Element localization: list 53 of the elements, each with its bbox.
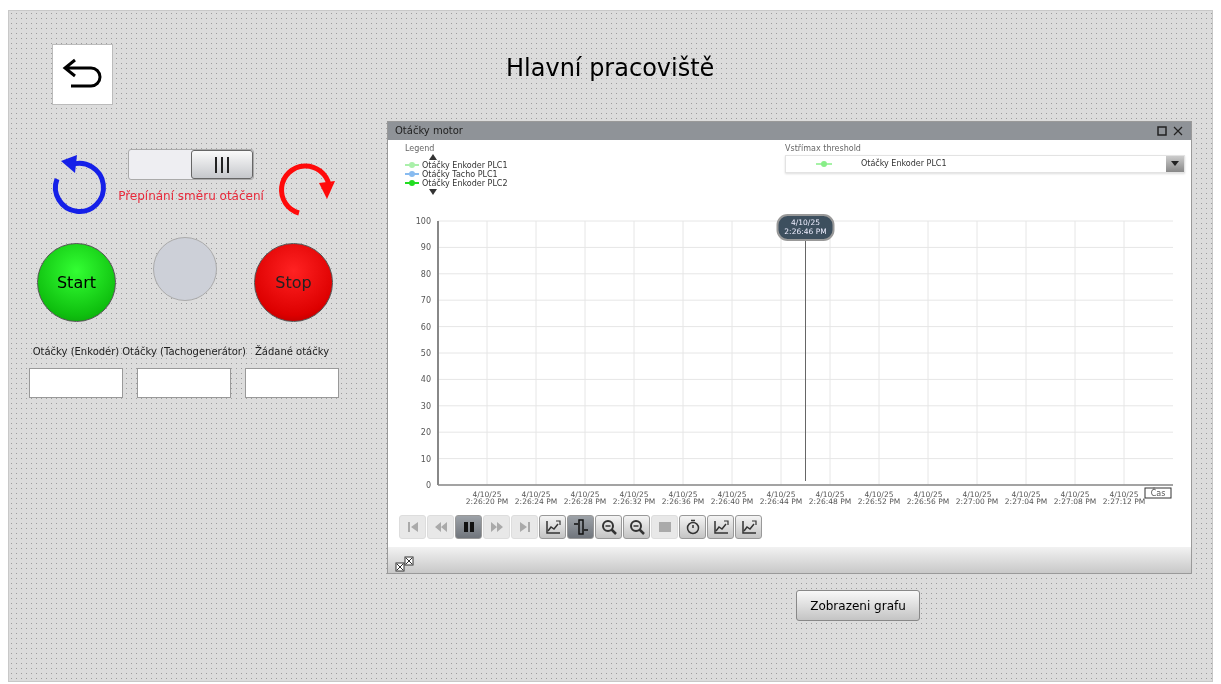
trend-back-button[interactable]	[735, 514, 762, 539]
y-tick-label: 20	[420, 427, 431, 437]
legend-title: Legend	[405, 143, 436, 153]
zoom-in-button[interactable]	[623, 514, 650, 539]
y-tick-label: 90	[420, 243, 431, 253]
page-title: Hlavní pracoviště	[506, 54, 715, 82]
zoom-area-button[interactable]	[539, 514, 566, 539]
timer-button[interactable]	[679, 514, 706, 539]
zoom-out-icon	[600, 518, 617, 535]
connection-error-icon[interactable]	[395, 556, 415, 572]
close-icon[interactable]	[1173, 125, 1183, 136]
y-tick-label: 10	[420, 454, 431, 464]
y-tick-label: 80	[420, 269, 431, 279]
time-axis-button[interactable]: Čas	[1144, 487, 1172, 499]
ruler-button[interactable]	[567, 514, 594, 539]
y-tick-label: 50	[420, 348, 431, 358]
chart-icon	[740, 518, 757, 535]
maximize-icon[interactable]	[1157, 125, 1167, 136]
y-tick-label: 30	[420, 401, 431, 411]
field-label: Žádané otáčky	[254, 346, 330, 357]
stopwatch-icon	[684, 518, 701, 535]
direction-toggle[interactable]	[128, 149, 254, 180]
y-tick-label: 0	[425, 480, 431, 490]
back-button[interactable]	[52, 43, 113, 105]
legend-label: Otáčky Enkoder PLC2	[422, 178, 508, 188]
trend-up-button[interactable]	[707, 514, 734, 539]
threshold-label: Vstřímax threshold	[785, 143, 862, 153]
zoom-out-button[interactable]	[595, 514, 622, 539]
field-label: Otáčky (Tachogenerátor)	[122, 346, 246, 357]
direction-label: Přepínání směru otáčení	[118, 189, 264, 203]
chart-icon	[544, 518, 561, 535]
caret-icon	[1171, 161, 1179, 167]
scroll-up-icon[interactable]	[429, 153, 437, 160]
start-button[interactable]: Start	[37, 243, 116, 322]
show-chart-button[interactable]: Zobrazeni grafu	[796, 590, 920, 621]
legend-label: Otáčky Enkoder PLC1	[422, 160, 508, 170]
pause-button[interactable]	[455, 514, 482, 539]
scroll-down-icon[interactable]	[429, 188, 437, 195]
ruler-icon	[572, 518, 589, 535]
window-title: Otáčky motor	[395, 125, 463, 137]
input-field[interactable]	[137, 368, 231, 398]
threshold-dropdown[interactable]: Otáčky Enkoder PLC1	[785, 154, 1185, 173]
y-tick-label: 60	[420, 322, 431, 332]
y-tick-label: 40	[420, 375, 431, 385]
trend-marker-icon	[816, 159, 832, 168]
chart-icon	[712, 518, 729, 535]
y-tick-label: 100	[415, 216, 431, 226]
input-field[interactable]	[29, 368, 123, 398]
legend-label: Otáčky Tacho PLC1	[422, 169, 498, 179]
stop-button[interactable]: Stop	[254, 243, 333, 322]
y-tick-label: 70	[420, 295, 431, 305]
input-field[interactable]	[245, 368, 339, 398]
field-label: Otáčky (Enkodér)	[32, 346, 120, 357]
